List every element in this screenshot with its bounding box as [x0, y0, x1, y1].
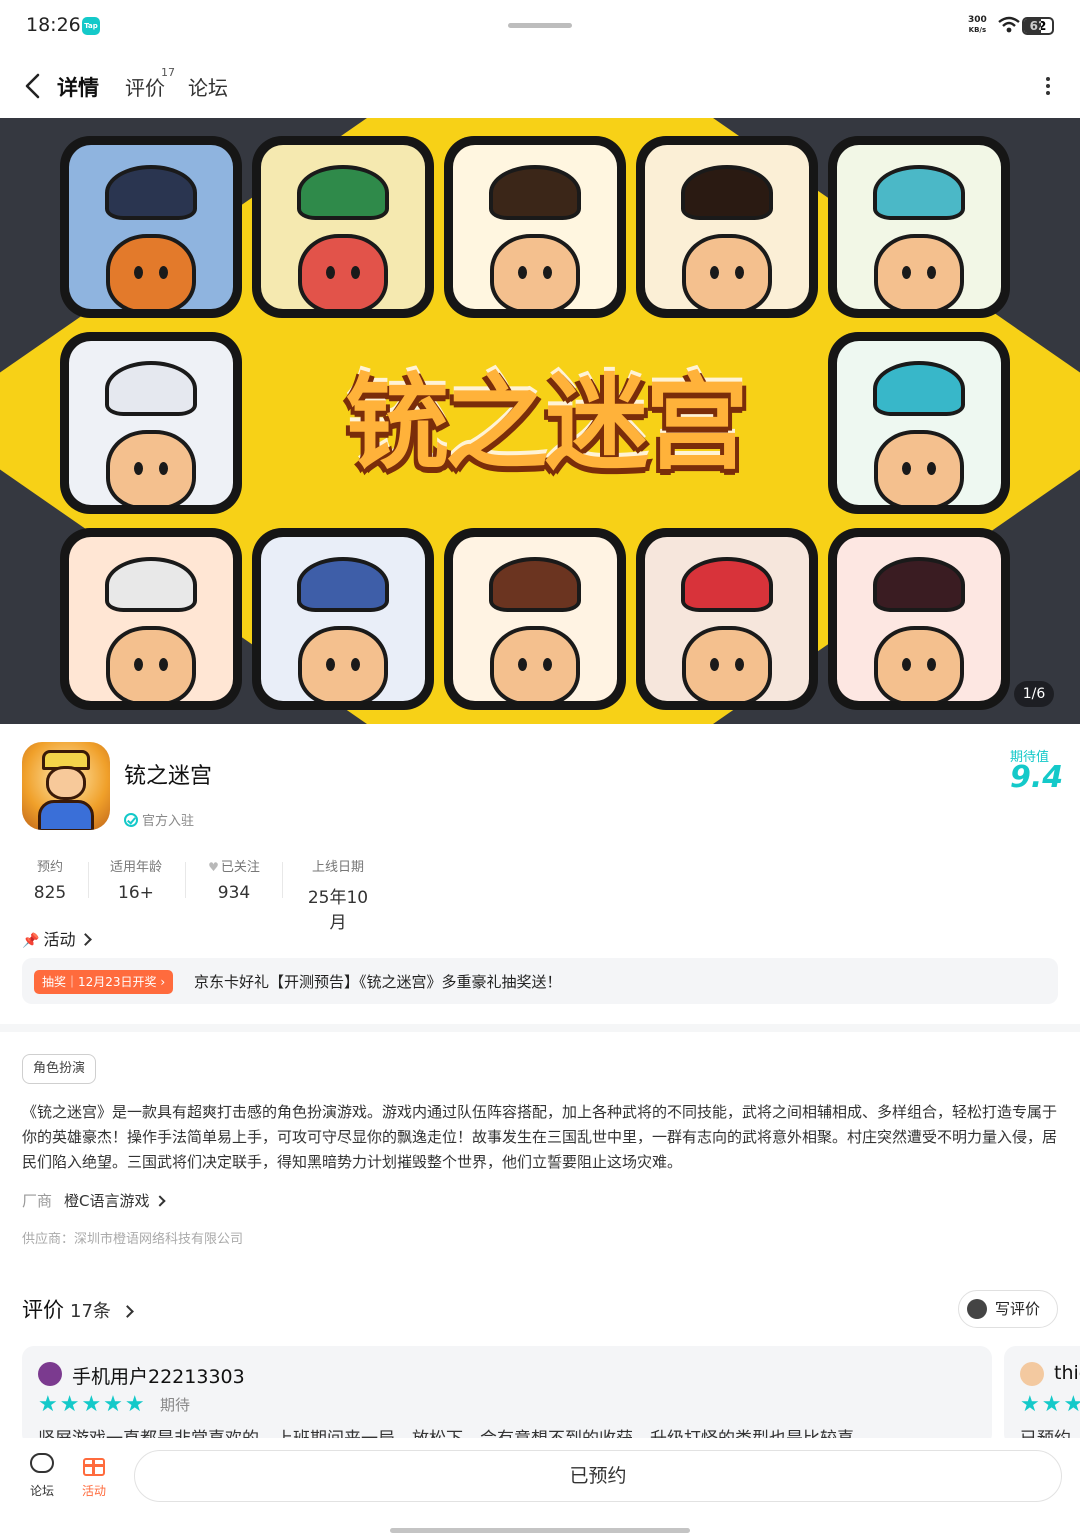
- network-speed-unit: KB/s: [968, 26, 987, 34]
- activity-button[interactable]: 活动: [74, 1450, 114, 1499]
- hero-tile: [60, 528, 242, 710]
- tab-forum[interactable]: 论坛: [188, 72, 228, 101]
- network-speed-value: 300: [968, 15, 987, 25]
- pull-handle[interactable]: [508, 23, 572, 28]
- expectation-score: 9.4: [1010, 760, 1064, 795]
- stat-value: 25年10月: [307, 888, 369, 933]
- stat-label: 已关注: [220, 860, 260, 875]
- vendor-label: 厂商: [22, 1192, 53, 1210]
- hero-tile: [252, 136, 434, 318]
- activity-label: 活动: [81, 1484, 106, 1498]
- genre-tag[interactable]: 角色扮演: [22, 1054, 97, 1084]
- vendor-row[interactable]: 厂商 橙C语言游戏: [22, 1190, 166, 1211]
- reserved-button[interactable]: 已预约: [134, 1450, 1062, 1502]
- write-review-label: 写评价: [995, 1300, 1041, 1318]
- carousel-counter: 1/6: [1014, 681, 1054, 707]
- network-speed: 300 KB/s: [968, 15, 987, 35]
- hero-tile: [636, 136, 818, 318]
- screenshot-carousel[interactable]: 铳之迷宫 1/6: [0, 118, 1080, 724]
- back-icon[interactable]: [22, 72, 46, 100]
- hero-tile: [828, 528, 1010, 710]
- chevron-right-icon: [79, 933, 93, 946]
- hero-tile: [828, 136, 1010, 318]
- divider: [282, 862, 283, 898]
- user-avatar: [967, 1299, 987, 1319]
- stat-label: 适用年龄: [109, 860, 162, 875]
- pin-icon: 📌: [22, 933, 40, 949]
- reviews-header[interactable]: 评价 17条: [22, 1294, 134, 1324]
- hero-tile: [636, 528, 818, 710]
- forum-icon: [30, 1453, 54, 1473]
- official-label: 官方入驻: [142, 814, 195, 829]
- game-icon: [22, 742, 110, 830]
- activity-text: 京东卡好礼【开测预告】《铳之迷宫》多重豪礼抽奖送！: [194, 973, 562, 991]
- home-indicator: [390, 1528, 690, 1533]
- stat-reservations: 预约 825: [30, 856, 70, 903]
- stat-value: 934: [217, 883, 251, 903]
- vendor-name: 橙C语言游戏: [64, 1192, 150, 1210]
- review-username: 手机用户22213303: [72, 1366, 245, 1388]
- supplier-info: 供应商：深圳市橙语网络科技有限公司: [22, 1232, 244, 1247]
- chevron-right-icon: [121, 1305, 134, 1318]
- stat-age-rating: 适用年龄 16+: [106, 856, 166, 903]
- review-stars: ★★★★★: [1020, 1392, 1080, 1417]
- lottery-badge-label: 抽奖｜12月23日开奖: [42, 975, 157, 989]
- banner-game-logo: 铳之迷宫: [344, 362, 749, 484]
- chevron-right-icon: [153, 1195, 166, 1207]
- activity-card[interactable]: 抽奖｜12月23日开奖 › 京东卡好礼【开测预告】《铳之迷宫》多重豪礼抽奖送！: [22, 958, 1058, 1004]
- stat-label: 上线日期: [311, 860, 364, 875]
- activity-header[interactable]: 📌 活动: [22, 926, 93, 950]
- hero-tile: [828, 332, 1010, 514]
- hero-tile: [444, 528, 626, 710]
- reviews-title: 评价: [22, 1298, 64, 1322]
- lottery-badge: 抽奖｜12月23日开奖 ›: [34, 970, 174, 994]
- taptap-notification-icon: Tap: [82, 17, 100, 35]
- review-tag: 期待: [160, 1396, 191, 1414]
- hero-tile: [60, 136, 242, 318]
- game-description: 《铳之迷宫》是一款具有超爽打击感的角色扮演游戏。游戏内通过队伍阵容搭配，加上各种…: [22, 1103, 1058, 1171]
- bottom-action-bar: 论坛 活动 已预约: [0, 1438, 1080, 1537]
- status-time: 18:26: [26, 14, 81, 36]
- official-badge: 官方入驻: [124, 810, 194, 829]
- review-avatar: [38, 1362, 62, 1386]
- stat-label: 预约: [36, 860, 63, 875]
- hero-tile: [444, 136, 626, 318]
- top-nav: 详情 评价 17 论坛: [0, 56, 1080, 116]
- write-review-button[interactable]: 写评价: [958, 1290, 1058, 1328]
- wifi-icon: [998, 16, 1020, 33]
- stat-release-date: 上线日期 25年10月: [302, 856, 374, 933]
- tab-reviews[interactable]: 评价: [125, 72, 165, 101]
- reviews-count: 17条: [70, 1301, 111, 1322]
- battery-level: 62: [1029, 19, 1047, 33]
- verified-icon: [124, 813, 138, 827]
- review-card[interactable]: 手机用户22213303 ★★★★★ 期待 竖屏游戏一直都是非常喜欢的，上班期间…: [22, 1346, 992, 1446]
- hero-tile: [252, 528, 434, 710]
- review-avatar: [1020, 1362, 1044, 1386]
- forum-button[interactable]: 论坛: [22, 1450, 62, 1499]
- stat-followers[interactable]: ♥ 已关注 934: [202, 856, 266, 903]
- divider: [88, 862, 89, 898]
- review-card[interactable]: thie ★★★★★ 已预约: [1004, 1346, 1080, 1446]
- tab-details[interactable]: 详情: [57, 72, 99, 102]
- status-bar: 18:26 Tap 300 KB/s 62: [0, 0, 1080, 52]
- game-title: 铳之迷宫: [124, 764, 213, 789]
- hero-tile: [60, 332, 242, 514]
- heart-icon: ♥: [208, 860, 219, 874]
- stat-value: 825: [33, 883, 67, 903]
- review-username: thie: [1054, 1362, 1080, 1384]
- more-options-icon[interactable]: [1038, 74, 1058, 98]
- divider: [185, 862, 186, 898]
- review-count-badge: 17: [161, 66, 175, 79]
- battery-icon: 62: [1022, 17, 1054, 35]
- gift-icon: [83, 1458, 105, 1476]
- review-stars: ★★★★★: [38, 1392, 147, 1417]
- forum-label: 论坛: [29, 1484, 54, 1498]
- section-divider: [0, 1024, 1080, 1032]
- activity-header-label: 活动: [43, 930, 76, 949]
- stat-value: 16+: [118, 883, 154, 903]
